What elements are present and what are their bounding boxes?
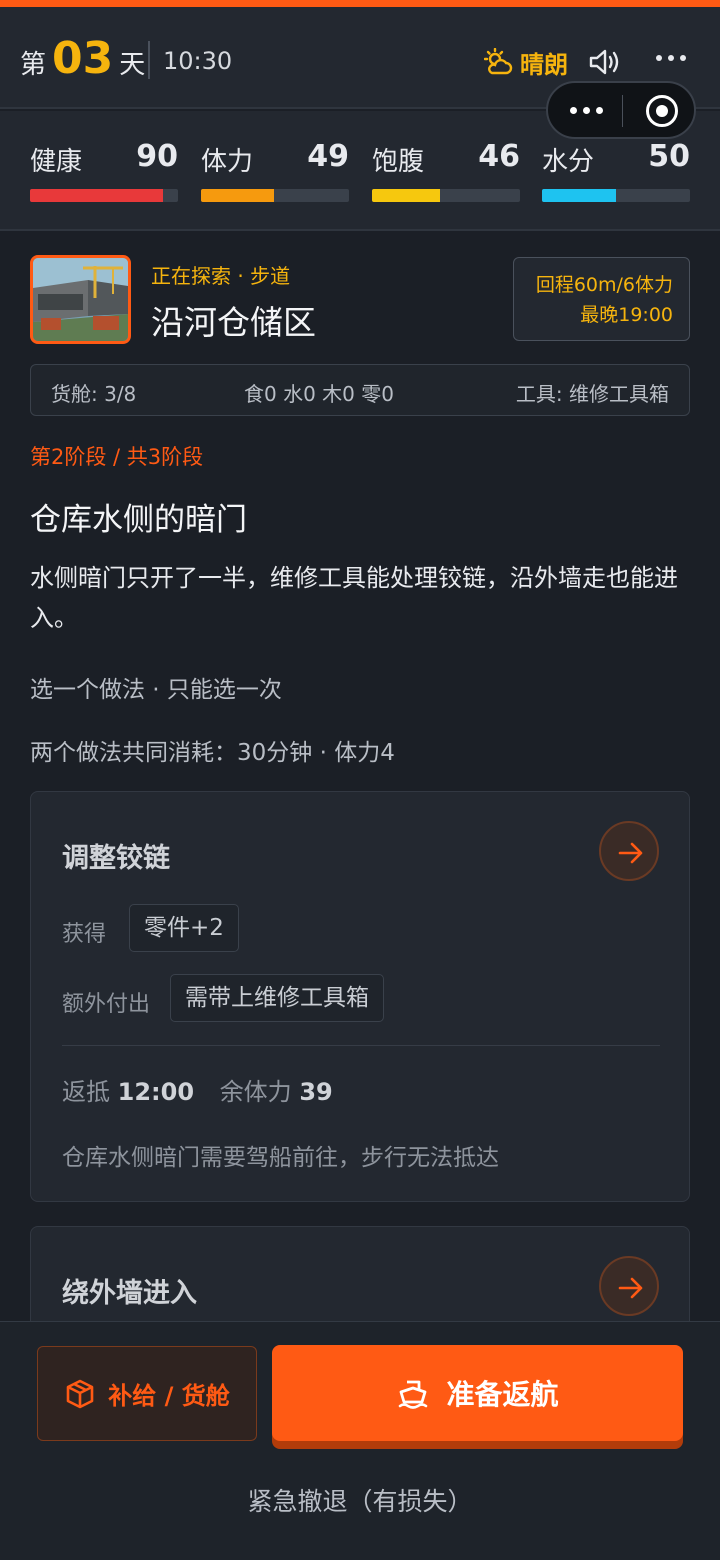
stat-label: 水分 <box>542 147 595 177</box>
cargo-supplies: 食0 水0 木0 零0 <box>244 382 394 406</box>
extra-cost-chip: 需带上维修工具箱 <box>170 974 384 1022</box>
option-divider <box>62 1045 660 1046</box>
stat-label: 体力 <box>201 147 254 177</box>
cargo-tool: 工具: 维修工具箱 <box>515 382 669 406</box>
supply-cargo-button[interactable]: 补给 / 货舱 <box>37 1346 257 1441</box>
option-arrow-button[interactable] <box>599 1256 659 1316</box>
stamina-left-value: 39 <box>299 1078 333 1106</box>
day-number: 03 <box>52 33 114 84</box>
option-result: 返抵 12:00 余体力 39 <box>62 1072 333 1107</box>
cargo-hold: 货舱: 3/8 <box>51 382 137 406</box>
stat-bar <box>372 189 520 202</box>
stat-value: 49 <box>307 139 349 174</box>
return-info-box: 回程60m/6体力 最晚19:00 <box>513 257 690 341</box>
stat-label: 饱腹 <box>372 147 425 177</box>
day-prefix: 第 <box>20 50 47 80</box>
stat-bar-fill <box>542 189 616 202</box>
stat-label: 健康 <box>30 147 83 177</box>
stamina-left-label: 余体力 <box>219 1078 292 1106</box>
exploration-status: 正在探索 · 步道 <box>151 264 291 288</box>
box-icon <box>66 1379 94 1408</box>
option-arrow-button[interactable] <box>599 821 659 881</box>
option-card-adjust-hinge[interactable]: 调整铰链 获得 零件+2 额外付出 需带上维修工具箱 返抵 12:00 余体力 … <box>30 791 690 1202</box>
mini-program-capsule <box>546 81 696 139</box>
stat-bar <box>542 189 690 202</box>
stat-value: 50 <box>648 139 690 174</box>
stage-indicator: 第2阶段 / 共3阶段 <box>30 445 204 469</box>
emergency-retreat-link[interactable]: 紧急撤退（有损失） <box>0 1482 720 1518</box>
return-label: 返抵 <box>62 1078 110 1106</box>
common-cost: 两个做法共同消耗：30分钟 · 体力4 <box>30 740 395 766</box>
extra-cost-label: 额外付出 <box>62 992 151 1017</box>
stat-bar-fill <box>30 189 164 202</box>
stat-bar <box>201 189 349 202</box>
game-time: 10:30 <box>163 47 233 75</box>
more-options-icon[interactable] <box>656 55 686 61</box>
speaker-icon <box>589 49 619 75</box>
gain-chip: 零件+2 <box>129 904 239 952</box>
event-description: 水侧暗门只开了一半，维修工具能处理铰链，沿外墙走也能进入。 <box>30 564 678 632</box>
weather-indicator[interactable]: 晴朗 <box>484 45 568 80</box>
option-note: 仓库水侧暗门需要驾船前往，步行无法抵达 <box>62 1145 499 1171</box>
return-time: 12:00 <box>117 1078 195 1106</box>
stat-bar-fill <box>201 189 274 202</box>
sound-button[interactable] <box>588 47 622 81</box>
stat-value: 90 <box>136 139 178 174</box>
capsule-close-icon[interactable] <box>646 95 678 127</box>
stat-bar-fill <box>372 189 441 202</box>
prepare-return-label: 准备返航 <box>446 1378 559 1411</box>
arrow-right-icon <box>618 842 643 864</box>
option-title: 绕外墙进入 <box>62 1278 197 1309</box>
option-title: 调整铰链 <box>62 843 170 874</box>
day-counter: 第 03 天 <box>20 37 145 81</box>
prepare-return-button[interactable]: 准备返航 <box>272 1345 683 1441</box>
return-cost: 回程60m/6体力 <box>535 274 673 296</box>
boat-icon <box>399 1380 428 1409</box>
location-name: 沿河仓储区 <box>151 303 316 342</box>
stat-value: 46 <box>478 139 520 174</box>
day-suffix: 天 <box>119 50 146 80</box>
capsule-divider <box>622 95 623 127</box>
cargo-summary: 货舱: 3/8 食0 水0 木0 零0 工具: 维修工具箱 <box>30 364 690 416</box>
top-accent-line <box>0 0 720 7</box>
partly-sunny-icon <box>484 47 513 74</box>
bottom-action-bar: 补给 / 货舱 准备返航 紧急撤退（有损失） <box>0 1321 720 1560</box>
return-deadline: 最晚19:00 <box>580 304 673 326</box>
event-title: 仓库水侧的暗门 <box>30 502 247 538</box>
header-divider <box>148 41 150 79</box>
location-thumbnail <box>30 255 131 344</box>
choose-hint: 选一个做法 · 只能选一次 <box>30 677 282 703</box>
supply-cargo-label: 补给 / 货舱 <box>108 1382 230 1410</box>
gain-label: 获得 <box>62 922 107 947</box>
arrow-right-icon <box>618 1277 643 1299</box>
weather-label: 晴朗 <box>520 51 568 79</box>
stat-bar <box>30 189 178 202</box>
capsule-menu-icon[interactable] <box>570 107 603 114</box>
